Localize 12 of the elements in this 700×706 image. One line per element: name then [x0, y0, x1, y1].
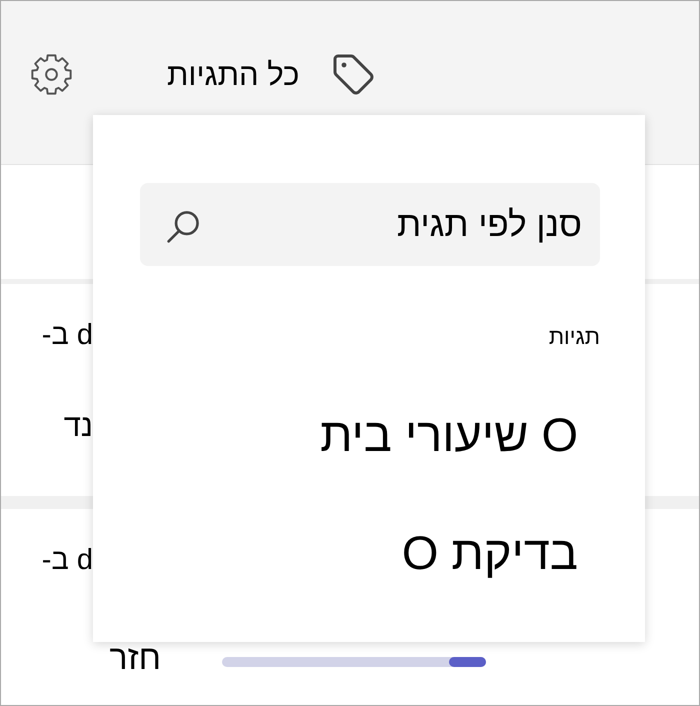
tag-filter-button[interactable]: כל התגיות [167, 54, 376, 96]
tag-option[interactable]: O שיעורי בית [320, 406, 578, 464]
section-label: תגיות [548, 324, 600, 350]
tag-icon [333, 54, 376, 96]
settings-icon[interactable] [30, 53, 73, 96]
row-link[interactable]: נד [64, 408, 93, 444]
row-link[interactable]: חזר [109, 641, 161, 675]
search-icon [167, 210, 200, 243]
tag-option[interactable]: בדיקת O [402, 524, 578, 582]
search-field[interactable]: סנן לפי תגית [140, 183, 600, 266]
row-title: -ב d [42, 318, 93, 352]
row-title: -ב d [42, 543, 93, 577]
